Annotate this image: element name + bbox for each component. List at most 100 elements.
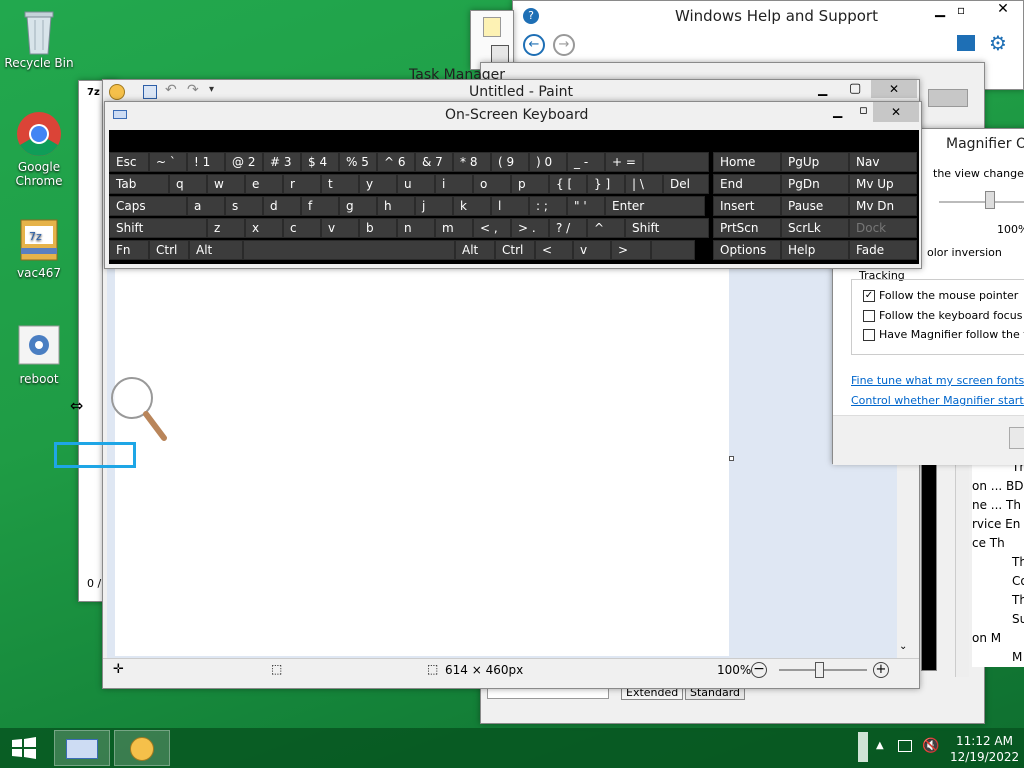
key-ctrl[interactable]: Ctrl: [149, 240, 189, 260]
key-y[interactable]: y: [359, 174, 397, 194]
key-shift[interactable]: Shift: [625, 218, 709, 238]
key-scrlk[interactable]: ScrLk: [781, 218, 849, 238]
key-[interactable]: [651, 240, 695, 260]
key-fn[interactable]: Fn: [109, 240, 149, 260]
key-[interactable]: ~ `: [149, 152, 187, 172]
key-l[interactable]: l: [491, 196, 529, 216]
minimize-button[interactable]: ▁: [833, 104, 842, 118]
drawing-canvas[interactable]: [115, 268, 729, 656]
key-ctrl[interactable]: Ctrl: [495, 240, 535, 260]
key-[interactable]: { [: [549, 174, 587, 194]
key-home[interactable]: Home: [713, 152, 781, 172]
key-[interactable]: _ -: [567, 152, 605, 172]
key-z[interactable]: z: [207, 218, 245, 238]
zoom-in-button[interactable]: +: [873, 662, 889, 678]
scroll-down-arrow[interactable]: ⌄: [899, 641, 907, 652]
key-a[interactable]: a: [187, 196, 225, 216]
key-n[interactable]: n: [397, 218, 435, 238]
key-t[interactable]: t: [321, 174, 359, 194]
key-alt[interactable]: Alt: [189, 240, 243, 260]
key-m[interactable]: m: [435, 218, 473, 238]
key-[interactable]: [643, 152, 709, 172]
key-options[interactable]: Options: [713, 240, 781, 260]
key-9[interactable]: ( 9: [491, 152, 529, 172]
redo-icon[interactable]: ↷: [187, 82, 199, 98]
key-insert[interactable]: Insert: [713, 196, 781, 216]
key-i[interactable]: i: [435, 174, 473, 194]
key-[interactable]: " ': [567, 196, 605, 216]
key-caps[interactable]: Caps: [109, 196, 187, 216]
undo-icon[interactable]: ↶: [165, 82, 177, 98]
clock-date[interactable]: 12/19/2022: [950, 750, 1019, 764]
key-del[interactable]: Del: [663, 174, 709, 194]
key-u[interactable]: u: [397, 174, 435, 194]
magnifier-minimize-button[interactable]: [928, 89, 968, 107]
print-icon[interactable]: [957, 35, 975, 51]
key-b[interactable]: b: [359, 218, 397, 238]
close-button[interactable]: ✕: [873, 102, 919, 122]
key-pause[interactable]: Pause: [781, 196, 849, 216]
maximize-button[interactable]: ▫: [859, 103, 868, 118]
follow-text-checkbox[interactable]: Have Magnifier follow the te: [863, 328, 1024, 341]
maximize-button[interactable]: ▢: [849, 81, 861, 96]
key-c[interactable]: c: [283, 218, 321, 238]
key-p[interactable]: p: [511, 174, 549, 194]
key-alt[interactable]: Alt: [455, 240, 495, 260]
key-shift[interactable]: Shift: [109, 218, 207, 238]
canvas-resize-handle[interactable]: [729, 456, 734, 461]
key-1[interactable]: ! 1: [187, 152, 225, 172]
key-[interactable]: > .: [511, 218, 549, 238]
minimize-button[interactable]: ▁: [818, 82, 827, 96]
key-esc[interactable]: Esc: [109, 152, 149, 172]
key-h[interactable]: h: [377, 196, 415, 216]
follow-keyboard-checkbox[interactable]: Follow the keyboard focus: [863, 309, 1022, 322]
gear-icon[interactable]: ⚙: [989, 33, 1007, 53]
back-icon[interactable]: ←: [523, 34, 545, 56]
desktop-icon-chrome[interactable]: Google Chrome: [4, 110, 74, 188]
zoom-slider[interactable]: [939, 201, 1024, 203]
key-j[interactable]: j: [415, 196, 453, 216]
key-r[interactable]: r: [283, 174, 321, 194]
chevron-up-icon[interactable]: ▲: [876, 740, 884, 751]
key-enter[interactable]: Enter: [605, 196, 705, 216]
key-[interactable]: ^: [587, 218, 625, 238]
follow-mouse-checkbox[interactable]: ✓ Follow the mouse pointer: [863, 289, 1018, 302]
zoom-slider-thumb[interactable]: [815, 662, 824, 678]
key-f[interactable]: f: [301, 196, 339, 216]
key-[interactable]: } ]: [587, 174, 625, 194]
forward-icon[interactable]: →: [553, 34, 575, 56]
close-button[interactable]: ✕: [983, 1, 1023, 23]
key-q[interactable]: q: [169, 174, 207, 194]
volume-icon[interactable]: 🔇: [922, 738, 939, 754]
desktop-icon-vac467[interactable]: 7z vac467: [4, 216, 74, 280]
key-fade[interactable]: Fade: [849, 240, 917, 260]
key-[interactable]: >: [611, 240, 651, 260]
save-icon[interactable]: [143, 85, 157, 99]
desktop-icon-recycle-bin[interactable]: Recycle Bin: [4, 6, 74, 70]
on-screen-keyboard-window[interactable]: On-Screen Keyboard ▁ ▫ ✕ Esc ~ `! 1 @ 2 # 3…: [104, 101, 922, 269]
key-[interactable]: : ;: [529, 196, 567, 216]
key-tab[interactable]: Tab: [109, 174, 169, 194]
key-4[interactable]: $ 4: [301, 152, 339, 172]
key-g[interactable]: g: [339, 196, 377, 216]
key-v[interactable]: v: [573, 240, 611, 260]
key-[interactable]: <: [535, 240, 573, 260]
key-7[interactable]: & 7: [415, 152, 453, 172]
taskbar-item-paint[interactable]: [114, 730, 170, 766]
key-d[interactable]: d: [263, 196, 301, 216]
start-button[interactable]: [0, 728, 48, 768]
key-3[interactable]: # 3: [263, 152, 301, 172]
key-0[interactable]: ) 0: [529, 152, 567, 172]
key-2[interactable]: @ 2: [225, 152, 263, 172]
key-mv-dn[interactable]: Mv Dn: [849, 196, 917, 216]
close-button[interactable]: ✕: [871, 80, 917, 98]
key-prtscn[interactable]: PrtScn: [713, 218, 781, 238]
quick-access-dropdown-icon[interactable]: ▾: [209, 84, 214, 95]
key-8[interactable]: * 8: [453, 152, 491, 172]
fine-tune-fonts-link[interactable]: Fine tune what my screen fonts lo: [851, 374, 1024, 387]
key-[interactable]: ? /: [549, 218, 587, 238]
key-6[interactable]: ^ 6: [377, 152, 415, 172]
key-v[interactable]: v: [321, 218, 359, 238]
key-[interactable]: < ,: [473, 218, 511, 238]
key-pgup[interactable]: PgUp: [781, 152, 849, 172]
